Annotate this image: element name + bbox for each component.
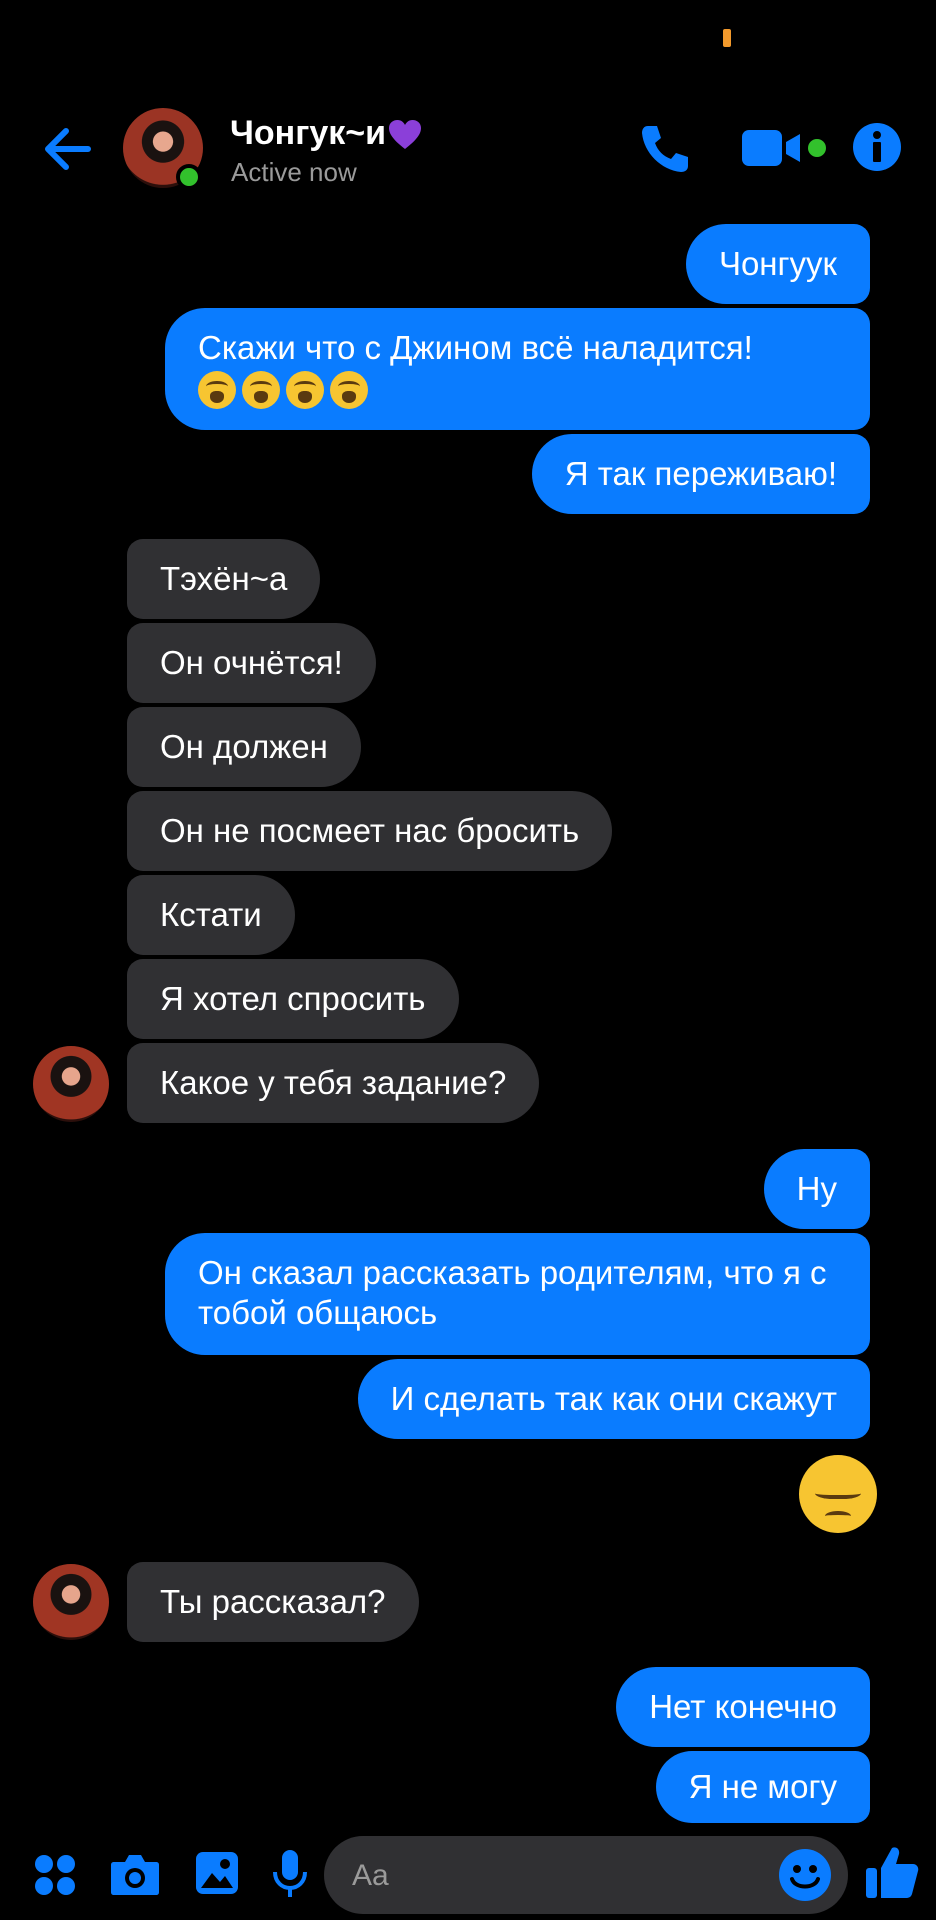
online-indicator bbox=[176, 164, 202, 190]
gallery-icon[interactable] bbox=[194, 1850, 240, 1896]
message-bubble-outgoing[interactable]: Я так переживаю! bbox=[531, 434, 870, 514]
camera-icon[interactable] bbox=[110, 1852, 160, 1896]
message-bubble-incoming[interactable]: Тэхён~а bbox=[127, 539, 321, 619]
like-icon[interactable] bbox=[864, 1844, 920, 1900]
contact-name[interactable]: Чонгук~и bbox=[230, 114, 422, 153]
message-bubble-incoming[interactable]: Какое у тебя задание? bbox=[127, 1043, 540, 1123]
contact-avatar-small[interactable] bbox=[33, 1046, 109, 1122]
phone-icon[interactable] bbox=[638, 122, 692, 176]
crying-emoji bbox=[286, 371, 324, 410]
message-bubble-incoming[interactable]: Он не посмеет нас бросить bbox=[127, 791, 613, 871]
contact-status: Active now bbox=[231, 157, 357, 187]
message-bubble-outgoing[interactable]: Он сказал рассказать родителям, что я с … bbox=[165, 1233, 870, 1355]
message-bubble-outgoing[interactable]: И сделать так как они скажут bbox=[357, 1359, 870, 1439]
message-bubble-outgoing[interactable]: Нет конечно bbox=[616, 1667, 870, 1747]
message-bubble-outgoing[interactable]: Чонгуук bbox=[685, 224, 870, 304]
message-input[interactable] bbox=[350, 1836, 754, 1916]
heart-icon bbox=[389, 120, 422, 150]
video-icon[interactable] bbox=[740, 128, 828, 168]
mic-icon[interactable] bbox=[272, 1848, 308, 1900]
chat-header: Чонгук~и Active now bbox=[0, 100, 936, 200]
back-arrow-icon[interactable] bbox=[40, 124, 96, 174]
info-icon[interactable] bbox=[852, 122, 902, 172]
message-bubble-incoming[interactable]: Он должен bbox=[127, 707, 361, 787]
message-bubble-incoming[interactable]: Кстати bbox=[127, 875, 295, 955]
message-bubble-incoming[interactable]: Я хотел спросить bbox=[127, 959, 459, 1039]
crying-emoji bbox=[198, 371, 236, 410]
message-bubble-incoming[interactable]: Он очнётся! bbox=[127, 623, 376, 703]
crying-emoji bbox=[242, 371, 280, 410]
emoji-icon[interactable] bbox=[778, 1848, 832, 1902]
message-bubble-incoming[interactable]: Ты рассказал? bbox=[127, 1562, 419, 1642]
message-bubble-outgoing[interactable]: Ну bbox=[763, 1149, 870, 1229]
pensive-emoji[interactable] bbox=[799, 1455, 877, 1533]
message-bubble-outgoing[interactable]: Скажи что с Джином всё наладится! bbox=[165, 308, 870, 430]
apps-icon[interactable] bbox=[34, 1854, 76, 1896]
message-composer bbox=[324, 1836, 848, 1916]
status-bar-indicator bbox=[723, 29, 731, 47]
composer-bar bbox=[0, 1830, 936, 1920]
crying-emoji bbox=[330, 371, 368, 410]
contact-avatar-small[interactable] bbox=[33, 1564, 109, 1640]
message-bubble-outgoing[interactable]: Я не могу bbox=[655, 1751, 870, 1823]
